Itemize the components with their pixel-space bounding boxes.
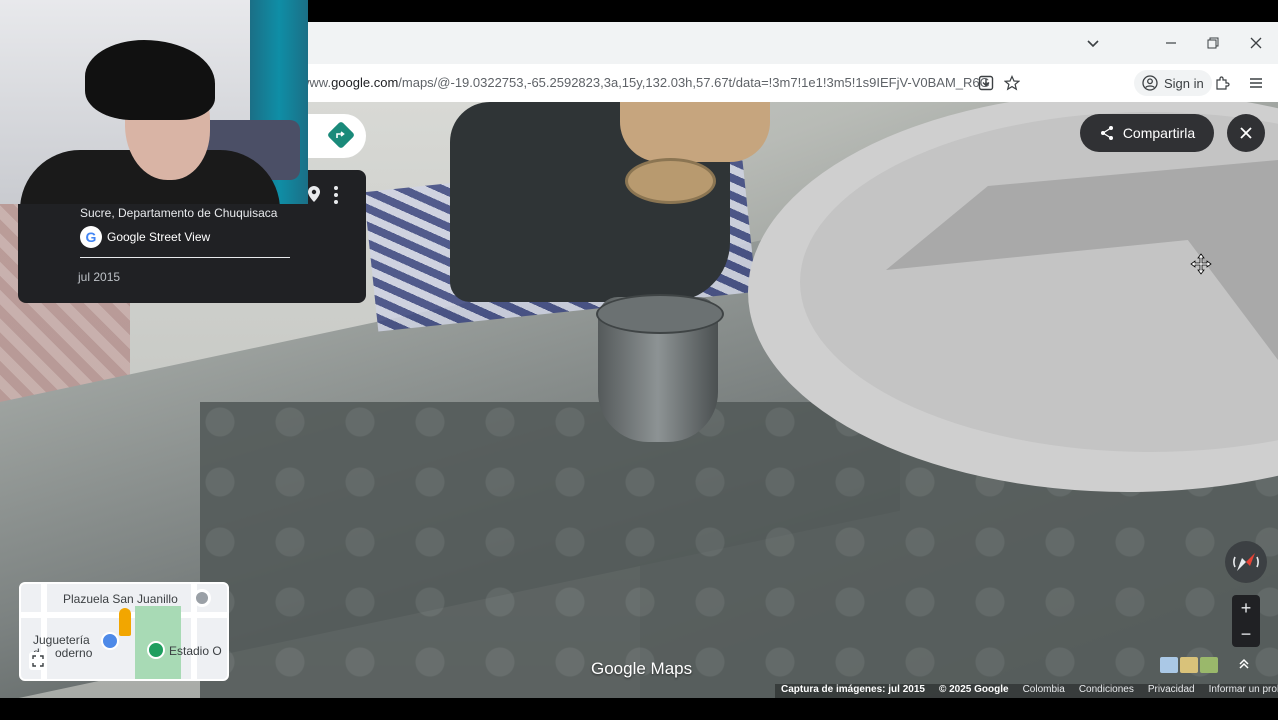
mm-place-pin-icon xyxy=(193,589,211,607)
zoom-controls: + − xyxy=(1232,595,1260,647)
compass-needle-icon xyxy=(1233,553,1259,571)
close-street-view-button[interactable] xyxy=(1227,114,1265,152)
scene-pot-rim xyxy=(596,294,724,334)
zoom-out-button[interactable]: − xyxy=(1232,621,1260,647)
compass-button[interactable] xyxy=(1225,541,1267,583)
share-icon xyxy=(1100,126,1113,140)
footer-terms[interactable]: Condiciones xyxy=(1079,684,1134,698)
mm-shop-icon xyxy=(101,632,119,650)
imagery-source: Google Street View xyxy=(107,230,211,244)
mm-label-jugueteria: Juguetería xyxy=(33,633,90,647)
mm-label-moderno: oderno xyxy=(55,646,93,660)
sign-in-label: Sign in xyxy=(1164,75,1204,91)
url-field[interactable]: www.google.com/maps/@-19.0322753,-65.259… xyxy=(300,72,990,94)
more-options-icon[interactable] xyxy=(330,185,342,205)
move-cursor-icon xyxy=(1190,253,1212,275)
tab-search-chevron-icon[interactable] xyxy=(1082,32,1104,54)
webcam-overlay xyxy=(0,0,308,204)
layer-map-thumbnail[interactable] xyxy=(1160,657,1178,673)
footer-capture: Captura de imágenes: jul 2015 xyxy=(781,684,925,695)
footer-copyright: © 2025 Google xyxy=(938,684,1009,695)
account-circle-icon xyxy=(1142,75,1158,91)
location-pin-icon[interactable] xyxy=(307,185,321,203)
scene-bowl xyxy=(625,158,716,204)
layer-terrain-thumbnail[interactable] xyxy=(1180,657,1198,673)
zoom-in-button[interactable]: + xyxy=(1232,595,1260,621)
close-icon xyxy=(1240,127,1252,139)
bookmark-star-icon[interactable] xyxy=(1002,73,1022,93)
restore-button[interactable] xyxy=(1202,32,1224,54)
mm-label-plazuela: Plazuela San Juanillo xyxy=(63,592,178,606)
mm-stadium-icon xyxy=(147,641,165,659)
map-layers-thumbnails[interactable] xyxy=(1160,657,1218,673)
footer-report[interactable]: Informar un problema xyxy=(1209,684,1278,698)
layer-satellite-thumbnail[interactable] xyxy=(1200,657,1218,673)
share-button[interactable]: Compartirla xyxy=(1080,114,1214,152)
capture-date: jul 2015 xyxy=(78,270,121,284)
card-divider xyxy=(80,257,290,258)
map-footer: Captura de imágenes: jul 2015 © 2025 Goo… xyxy=(775,684,1278,698)
pegman-icon[interactable] xyxy=(119,608,131,636)
footer-country[interactable]: Colombia xyxy=(1023,684,1065,698)
location-address: Sucre, Departamento de Chuquisaca xyxy=(80,206,278,220)
extensions-puzzle-icon[interactable] xyxy=(1212,73,1232,93)
sign-in-button[interactable]: Sign in xyxy=(1134,70,1212,96)
share-label: Compartirla xyxy=(1122,125,1196,141)
screen: www.google.com/maps/@-19.0322753,-65.259… xyxy=(0,0,1278,720)
mm-label-estadio: Estadio O xyxy=(169,644,222,658)
mini-map[interactable]: Plazuela San Juanillo Juguetería d odern… xyxy=(19,582,229,681)
menu-hamburger-icon[interactable] xyxy=(1246,73,1266,93)
google-maps-brand: Google Maps xyxy=(591,659,693,678)
fullscreen-icon[interactable] xyxy=(29,652,47,670)
close-window-button[interactable] xyxy=(1245,32,1267,54)
expand-chevron-icon[interactable] xyxy=(1237,657,1251,671)
footer-privacy[interactable]: Privacidad xyxy=(1148,684,1195,698)
url-path: /maps/@-19.0322753,-65.2592823,3a,15y,13… xyxy=(398,75,990,90)
minimize-button[interactable] xyxy=(1160,32,1182,54)
google-g-logo-icon: G xyxy=(80,226,102,248)
scene-grain-sack xyxy=(620,102,770,162)
url-host: google.com xyxy=(331,75,399,90)
install-app-icon[interactable] xyxy=(976,73,996,93)
